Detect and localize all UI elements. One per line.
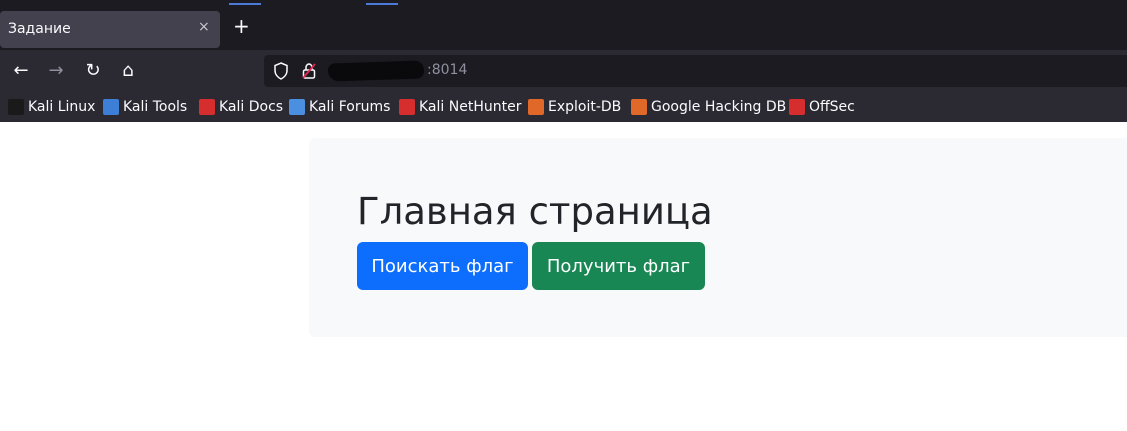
url-port-text[interactable]: :8014 [427,62,467,78]
navigation-bar: ← → ↻ ⌂ :8014 [0,50,1127,92]
tab-indicator [229,3,261,5]
bookmark-item[interactable]: OffSec [789,97,855,117]
bookmark-label: OffSec [809,99,855,115]
tab-indicator [366,3,398,5]
kali-tools-icon [103,99,119,115]
page-title: Главная страница [357,190,713,233]
bookmarks-bar: Kali Linux Kali Tools Kali Docs Kali Forums… [0,92,1127,122]
tab-title: Задание [8,21,71,37]
bookmark-item[interactable]: Google Hacking DB [631,97,786,117]
bookmark-label: Exploit-DB [548,99,622,115]
back-icon[interactable]: ← [10,60,32,82]
bookmark-label: Kali NetHunter [419,99,522,115]
bookmark-label: Kali Docs [219,99,284,115]
ghdb-icon [631,99,647,115]
new-tab-button[interactable]: + [233,16,250,36]
close-tab-icon[interactable]: × [198,19,210,35]
tab-active[interactable]: Задание × [0,11,220,48]
bookmark-item[interactable]: Kali NetHunter [399,97,521,117]
bookmark-item[interactable]: Kali Linux [8,97,95,117]
jumbotron-card: Главная страница Поискать флаг Получить … [309,138,1127,337]
kali-nethunter-icon [399,99,415,115]
redacted-host [327,60,425,82]
shield-icon[interactable] [273,62,289,80]
page-content: Главная страница Поискать флаг Получить … [0,122,1127,431]
kali-dragon-icon [8,99,24,115]
bookmark-label: Kali Forums [309,99,391,115]
offsec-icon [789,99,805,115]
home-icon[interactable]: ⌂ [117,60,139,82]
bookmark-label: Kali Linux [28,99,96,115]
reload-icon[interactable]: ↻ [82,60,104,82]
exploit-db-icon [528,99,544,115]
bookmark-item[interactable]: Kali Forums [289,97,390,117]
tab-bar: Задание × + [0,7,1127,50]
forward-icon[interactable]: → [45,60,67,82]
bookmark-item[interactable]: Kali Tools [103,97,187,117]
bookmark-label: Kali Tools [123,99,188,115]
window-top-strip [0,0,1127,7]
kali-forums-icon [289,99,305,115]
insecure-lock-icon[interactable] [301,62,317,80]
bookmark-item[interactable]: Exploit-DB [528,97,621,117]
bookmark-item[interactable]: Kali Docs [199,97,283,117]
kali-docs-icon [199,99,215,115]
search-flag-button[interactable]: Поискать флаг [357,242,528,290]
url-bar[interactable]: :8014 [264,55,1127,87]
bookmark-label: Google Hacking DB [651,99,787,115]
get-flag-button[interactable]: Получить флаг [532,242,705,290]
